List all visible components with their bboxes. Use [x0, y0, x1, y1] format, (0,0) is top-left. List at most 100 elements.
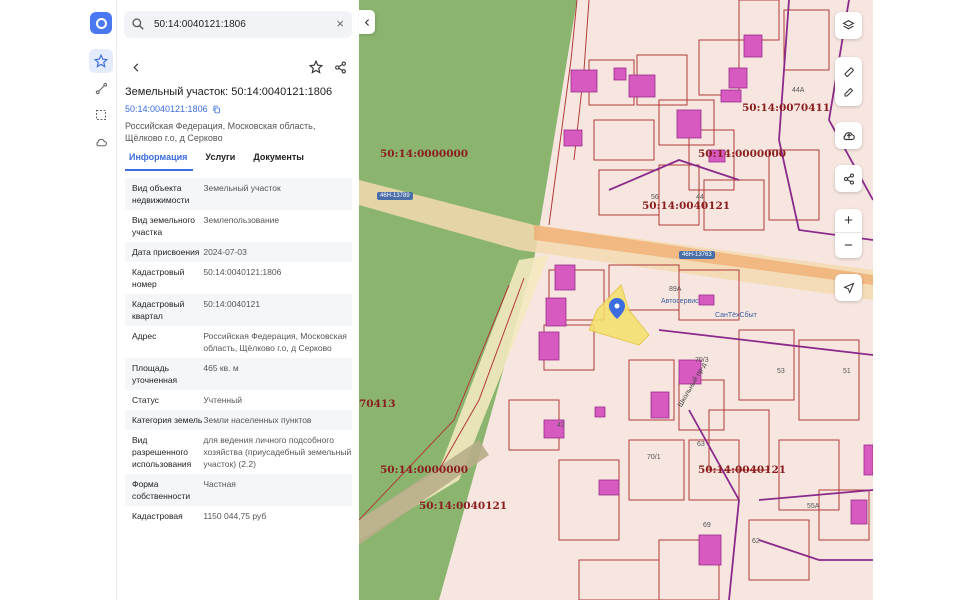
layers-icon	[842, 20, 855, 30]
table-row: Вид разрешенного использования для ведени…	[125, 430, 352, 474]
zoom-out-icon[interactable]: −	[835, 233, 862, 257]
info-value: Частная	[203, 479, 236, 489]
zoom-controls: + −	[835, 209, 862, 258]
table-row: Форма собственности Частная	[125, 474, 352, 506]
table-row: Категория земель Земли населенных пунктов	[125, 410, 352, 430]
tab-services[interactable]: Услуги	[201, 151, 241, 171]
map-controls: + −	[835, 0, 863, 600]
page-title: Земельный участок: 50:14:0040121:1806	[125, 86, 333, 98]
collapse-panel-button[interactable]	[359, 10, 375, 34]
house-number: 62	[752, 538, 760, 545]
info-value: Земли населенных пунктов	[203, 415, 312, 425]
app-logo-icon[interactable]	[90, 12, 112, 34]
search-icon	[132, 18, 144, 30]
house-number: 55А	[807, 503, 820, 510]
poi-label[interactable]: СанТёхСбыт	[715, 312, 757, 319]
cadastral-number-link[interactable]: 50:14:0040121:1806	[125, 104, 221, 114]
info-value: 50:14:0040121:1806	[203, 267, 282, 277]
info-key: Вид объекта недвижимости	[132, 183, 190, 205]
map-label-cadastral: 50:14:0040121	[642, 200, 731, 212]
house-number: 53	[777, 368, 785, 375]
house-number: 69	[703, 522, 711, 529]
draw-tools-group	[835, 57, 862, 106]
share-icon	[843, 173, 854, 184]
house-number: 42	[557, 422, 565, 429]
layers-button[interactable]	[835, 12, 862, 39]
locate-button[interactable]	[835, 274, 862, 301]
left-rail	[84, 0, 117, 600]
cloud-icon[interactable]	[89, 130, 113, 154]
info-value: 1150 044,75 руб	[203, 511, 267, 521]
info-value: Землепользование	[203, 215, 280, 225]
map-label-cadastral: 70413	[359, 398, 396, 410]
share-map-button[interactable]	[835, 165, 862, 192]
parcel-address: Российская Федерация, Московская область…	[125, 121, 316, 143]
info-key: Кадастровый квартал	[132, 299, 185, 321]
info-value: 50:14:0040121	[203, 299, 261, 309]
favorite-button[interactable]	[304, 55, 328, 79]
house-number: 63	[697, 441, 705, 448]
route-icon[interactable]	[89, 76, 113, 100]
ruler-icon[interactable]	[843, 66, 855, 78]
panel-toolbar	[124, 55, 352, 79]
favorites-star-icon[interactable]	[89, 49, 113, 73]
clear-search-icon[interactable]: ×	[336, 16, 344, 32]
road-number-tag: 46Н-13789	[377, 192, 413, 200]
select-area-icon[interactable]	[89, 103, 113, 127]
info-panel: × Земельный участок: 50:14:0040121:1806 …	[117, 0, 359, 600]
info-table: Вид объекта недвижимости Земельный участо…	[125, 178, 352, 526]
info-key: Форма собственности	[132, 479, 191, 501]
map-label-cadastral: 50:14:0000000	[698, 148, 787, 160]
info-key: Дата присвоения	[132, 247, 200, 257]
table-row: Адрес Российская Федерация, Московская об…	[125, 326, 352, 358]
search-bar: ×	[124, 11, 352, 38]
house-number: 44А	[792, 87, 805, 94]
cadastral-map[interactable]: 50:14:0000000 50:14:0070411 50:14:000000…	[359, 0, 873, 600]
house-number: 56	[651, 194, 659, 201]
table-row: Кадастровый квартал 50:14:0040121	[125, 294, 352, 326]
info-key: Кадастровая	[132, 511, 183, 521]
road-number-tag: 46Н-13763	[679, 251, 715, 259]
info-value: 465 кв. м	[203, 363, 239, 373]
house-number: 70/1	[647, 454, 661, 461]
info-key: Категория земель	[132, 415, 203, 425]
info-value: Учтенный	[203, 395, 242, 405]
map-label-cadastral: 50:14:0070411	[742, 102, 831, 114]
upload-button[interactable]	[835, 122, 862, 149]
info-key: Адрес	[132, 331, 157, 341]
table-row: Вид земельного участка Землепользование	[125, 210, 352, 242]
back-button[interactable]	[124, 55, 148, 79]
tab-documents[interactable]: Документы	[249, 151, 310, 171]
share-button[interactable]	[328, 55, 352, 79]
house-number: 89А	[669, 286, 682, 293]
poi-label[interactable]: Автосервис	[661, 298, 699, 305]
chevron-left-icon	[132, 62, 138, 72]
table-row: Площадь уточненная 465 кв. м	[125, 358, 352, 390]
table-row: Дата присвоения 2024-07-03	[125, 242, 352, 262]
info-key: Вид земельного участка	[132, 215, 196, 237]
table-row: Кадастровый номер 50:14:0040121:1806	[125, 262, 352, 294]
table-row: Статус Учтенный	[125, 390, 352, 410]
star-icon	[309, 60, 323, 74]
house-number: 44	[696, 194, 704, 201]
share-icon	[334, 61, 346, 73]
zoom-in-icon[interactable]: +	[835, 209, 862, 233]
info-value: Земельный участок	[203, 183, 281, 193]
info-value: 2024-07-03	[203, 247, 247, 257]
cadastral-number-text[interactable]: 50:14:0040121:1806	[125, 104, 208, 114]
map-label-cadastral: 50:14:0040121	[419, 500, 508, 512]
info-key: Кадастровый номер	[132, 267, 185, 289]
info-key: Статус	[132, 395, 159, 405]
info-key: Площадь уточненная	[132, 363, 178, 385]
table-row: Кадастровая 1150 044,75 руб	[125, 506, 352, 526]
search-input[interactable]	[154, 16, 329, 33]
info-key: Вид разрешенного использования	[132, 435, 192, 469]
info-value: Российская Федерация, Московская область…	[203, 331, 347, 353]
copy-icon[interactable]	[212, 105, 221, 114]
locate-icon	[842, 282, 854, 294]
map-label-cadastral: 50:14:0000000	[380, 148, 469, 160]
tab-information[interactable]: Информация	[125, 151, 194, 171]
tab-bar: Информация Услуги Документы	[125, 151, 318, 171]
map-label-cadastral: 50:14:0040121	[698, 464, 787, 476]
edit-icon[interactable]	[843, 86, 855, 98]
